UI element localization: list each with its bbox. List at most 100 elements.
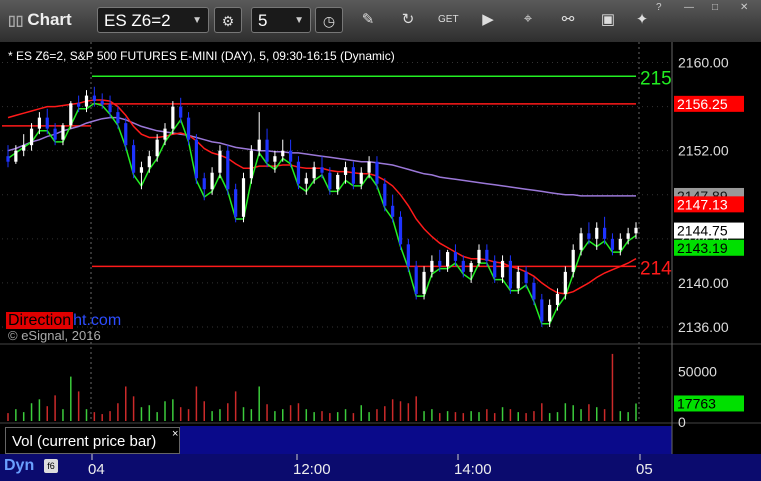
twitter-icon[interactable]: ✦: [632, 10, 652, 28]
candle-body: [618, 238, 622, 250]
toolbar: ▯▯ Chart ES Z6=2 ▼ ⚙ 5 ▼ ◷ ✎ ↻ GET ▶ ⌖ ⚯ ▣…: [0, 0, 761, 43]
message-icon[interactable]: ▣: [598, 10, 618, 28]
candle-body: [359, 172, 363, 184]
maximize-icon[interactable]: □: [712, 2, 718, 13]
candle-body: [603, 227, 607, 239]
watermark-part-1: Direction: [6, 312, 74, 329]
candle-body: [634, 227, 638, 234]
volume-tick-label: 50000: [678, 364, 717, 380]
close-icon[interactable]: ×: [172, 428, 178, 440]
candle-body: [610, 238, 615, 250]
candle-body: [29, 128, 34, 146]
price-tick-label: 2152.00: [678, 143, 729, 159]
candle-body: [343, 167, 348, 175]
candle-body: [351, 167, 355, 184]
candle-body: [265, 139, 269, 162]
candle-body: [14, 150, 18, 162]
watermark-part-2: ht.com: [73, 312, 122, 329]
candle-body: [446, 252, 450, 267]
price-tick-label: 2136.00: [678, 319, 729, 335]
candle-body: [124, 123, 128, 146]
candle-body: [493, 260, 497, 278]
level-label-red-lower: 214: [640, 258, 672, 279]
symbol-settings-button[interactable]: ⚙: [214, 7, 242, 33]
clock-icon: ◷: [322, 13, 336, 29]
candle-body: [304, 178, 308, 184]
candle-body: [202, 178, 206, 190]
chevron-down-icon[interactable]: ▼: [294, 8, 304, 34]
candle-body: [155, 139, 159, 157]
symbol-input[interactable]: ES Z6=2 ▼: [97, 7, 209, 33]
pencil-icon[interactable]: ✎: [358, 10, 378, 28]
volume-current-label: 17763: [677, 395, 716, 411]
candle-body: [132, 145, 136, 173]
dyn-settings-icon[interactable]: f6: [44, 459, 58, 473]
link-icon[interactable]: ⚯: [558, 10, 578, 28]
candle-body: [69, 103, 73, 126]
play-icon[interactable]: ▶: [478, 10, 498, 28]
candle-body: [296, 161, 301, 184]
candle-body: [508, 260, 512, 289]
candle-body: [500, 260, 505, 278]
candle-body: [477, 249, 481, 264]
grip-icon: ▯▯: [8, 12, 28, 28]
candle-body: [147, 156, 151, 168]
candle-body: [273, 156, 277, 162]
candle-body: [194, 139, 198, 179]
price-chart[interactable]: 2160.002156.002152.002148.002144.002140.…: [0, 42, 761, 481]
time-tick-label: 14:00: [454, 461, 492, 478]
candle-body: [430, 260, 434, 272]
copyright: © eSignal, 2016: [8, 328, 101, 343]
candle-body: [210, 172, 214, 190]
close-icon[interactable]: ✕: [740, 2, 748, 13]
candle-body: [595, 227, 599, 239]
interval-input[interactable]: 5 ▼: [251, 7, 311, 33]
time-tick-label: 12:00: [293, 461, 331, 478]
gear-icon: ⚙: [221, 13, 235, 29]
candle-body: [234, 189, 238, 217]
candle-body: [6, 156, 10, 162]
candle-body: [312, 167, 316, 179]
candle-body: [45, 117, 49, 129]
level-label-green: 215: [640, 68, 672, 89]
candle-body: [453, 252, 458, 261]
candle-body: [438, 260, 442, 267]
candle-body: [100, 101, 104, 105]
candle-body: [218, 150, 222, 173]
window-title-text: Chart: [27, 10, 72, 29]
candle-body: [328, 172, 332, 190]
minimize-icon[interactable]: —: [684, 2, 694, 13]
dyn-label[interactable]: Dyn: [4, 457, 34, 475]
candle-body: [241, 178, 246, 217]
price-tag-label: 2144.75: [677, 223, 728, 239]
candle-body: [53, 128, 57, 140]
candle-body: [249, 150, 253, 179]
chevron-down-icon[interactable]: ▼: [192, 8, 202, 34]
candle-body: [22, 145, 26, 151]
candle-body: [367, 161, 371, 173]
candle-body: [37, 117, 41, 129]
candle-body: [555, 293, 560, 305]
cursor-icon[interactable]: ⌖: [518, 10, 538, 27]
candle-body: [563, 271, 567, 294]
interval-time-button[interactable]: ◷: [315, 7, 343, 33]
candle-body: [516, 271, 520, 289]
volume-study-label[interactable]: Vol (current price bar): [5, 427, 180, 454]
candle-body: [485, 249, 489, 261]
volume-label-bar: [180, 426, 672, 454]
get-data-icon[interactable]: GET: [438, 14, 459, 25]
help-icon[interactable]: ?: [656, 2, 662, 13]
symbol-value: ES Z6=2: [104, 11, 171, 30]
time-tick-label: 04: [88, 461, 105, 478]
time-tick-label: 05: [636, 461, 653, 478]
candle-body: [116, 112, 120, 124]
candle-body: [540, 299, 544, 322]
price-tick-label: 2160.00: [678, 55, 729, 71]
candle-body: [226, 150, 230, 190]
candle-body: [84, 95, 89, 107]
candle-body: [383, 183, 387, 206]
candle-body: [179, 106, 183, 118]
candle-body: [532, 282, 536, 300]
refresh-icon[interactable]: ↻: [398, 10, 418, 28]
price-tag-label: 2156.25: [677, 96, 728, 112]
